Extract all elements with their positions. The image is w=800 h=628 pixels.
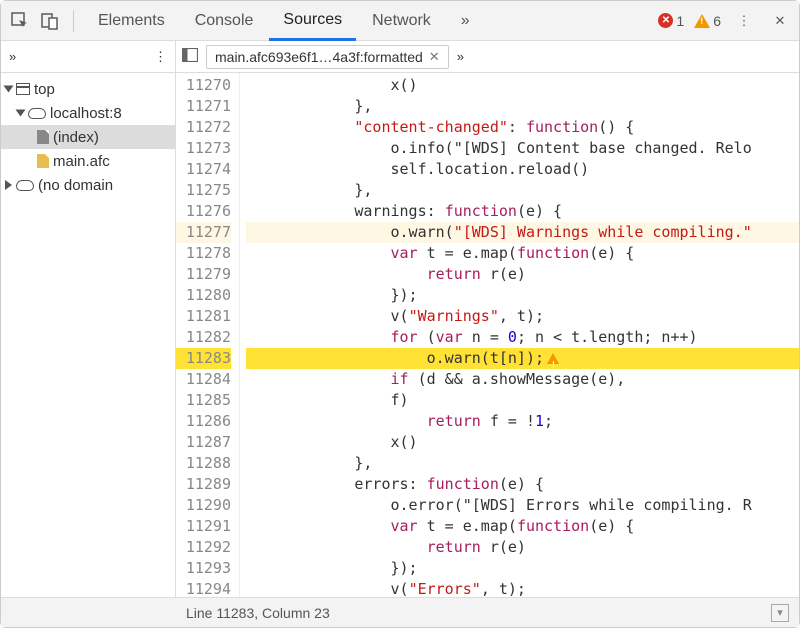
warnings-count: 6: [713, 13, 721, 29]
separator: [73, 10, 74, 32]
file-tab[interactable]: main.afc693e6f1…4a3f:formatted ✕: [206, 45, 449, 69]
tree-top-frame[interactable]: top: [1, 77, 175, 101]
editor-toolbar: main.afc693e6f1…4a3f:formatted ✕ »: [176, 41, 799, 72]
toolbar-right: ✕ 1 6 ⋮ ✕: [658, 8, 793, 34]
chevron-down-icon: [4, 86, 14, 93]
errors-badge[interactable]: ✕ 1: [658, 13, 684, 29]
tree-file-index[interactable]: (index): [1, 125, 175, 149]
toggle-navigator-icon[interactable]: [182, 48, 198, 65]
cloud-icon: [16, 180, 34, 191]
warning-icon: [694, 14, 710, 28]
navigator-sidebar: top localhost:8 (index) main.afc (no dom…: [1, 73, 176, 597]
sources-subbar: » ⋮ main.afc693e6f1…4a3f:formatted ✕ »: [1, 41, 799, 73]
file-tree: top localhost:8 (index) main.afc (no dom…: [1, 73, 175, 201]
editor-tabs-overflow[interactable]: »: [457, 49, 464, 64]
tree-file-main[interactable]: main.afc: [1, 149, 175, 173]
line-gutter: 1127011271112721127311274112751127611277…: [176, 73, 240, 597]
cursor-position: Line 11283, Column 23: [186, 605, 330, 621]
status-bar: Line 11283, Column 23 ▾: [1, 597, 799, 627]
toggle-drawer-icon[interactable]: ▾: [771, 604, 789, 622]
file-icon: [37, 154, 49, 168]
warnings-badge[interactable]: 6: [694, 13, 721, 29]
navigator-toolbar: » ⋮: [1, 41, 176, 72]
close-icon[interactable]: ✕: [767, 8, 793, 34]
main-area: top localhost:8 (index) main.afc (no dom…: [1, 73, 799, 597]
tree-label: localhost:8: [50, 105, 122, 122]
tree-nodomain[interactable]: (no domain: [1, 173, 175, 197]
frame-icon: [16, 83, 30, 95]
navigator-menu-icon[interactable]: ⋮: [154, 49, 167, 65]
file-tab-label: main.afc693e6f1…4a3f:formatted: [215, 49, 423, 65]
chevron-right-icon: [5, 180, 12, 190]
tab-overflow[interactable]: »: [447, 1, 484, 40]
code-editor[interactable]: 1127011271112721127311274112751127611277…: [176, 73, 799, 597]
inspect-icon[interactable]: [7, 8, 33, 34]
tree-label: (index): [53, 129, 99, 146]
file-icon: [37, 130, 49, 144]
error-icon: ✕: [658, 13, 673, 28]
cloud-icon: [28, 108, 46, 119]
tab-network[interactable]: Network: [358, 1, 445, 40]
kebab-menu-icon[interactable]: ⋮: [731, 8, 757, 34]
tab-sources[interactable]: Sources: [269, 1, 356, 41]
tree-host[interactable]: localhost:8: [1, 101, 175, 125]
errors-count: 1: [676, 13, 684, 29]
chevron-down-icon: [16, 110, 26, 117]
panel-tabs: Elements Console Sources Network »: [84, 1, 484, 40]
devtools-toolbar: Elements Console Sources Network » ✕ 1 6…: [1, 1, 799, 41]
tree-label: (no domain: [38, 177, 113, 194]
file-tab-close-icon[interactable]: ✕: [429, 49, 440, 65]
code-content[interactable]: x() }, "content-changed": function() { o…: [240, 73, 799, 597]
tab-console[interactable]: Console: [181, 1, 268, 40]
tree-label: top: [34, 81, 55, 98]
navigator-overflow[interactable]: »: [9, 49, 16, 64]
device-toggle-icon[interactable]: [37, 8, 63, 34]
tab-elements[interactable]: Elements: [84, 1, 179, 40]
tree-label: main.afc: [53, 153, 110, 170]
